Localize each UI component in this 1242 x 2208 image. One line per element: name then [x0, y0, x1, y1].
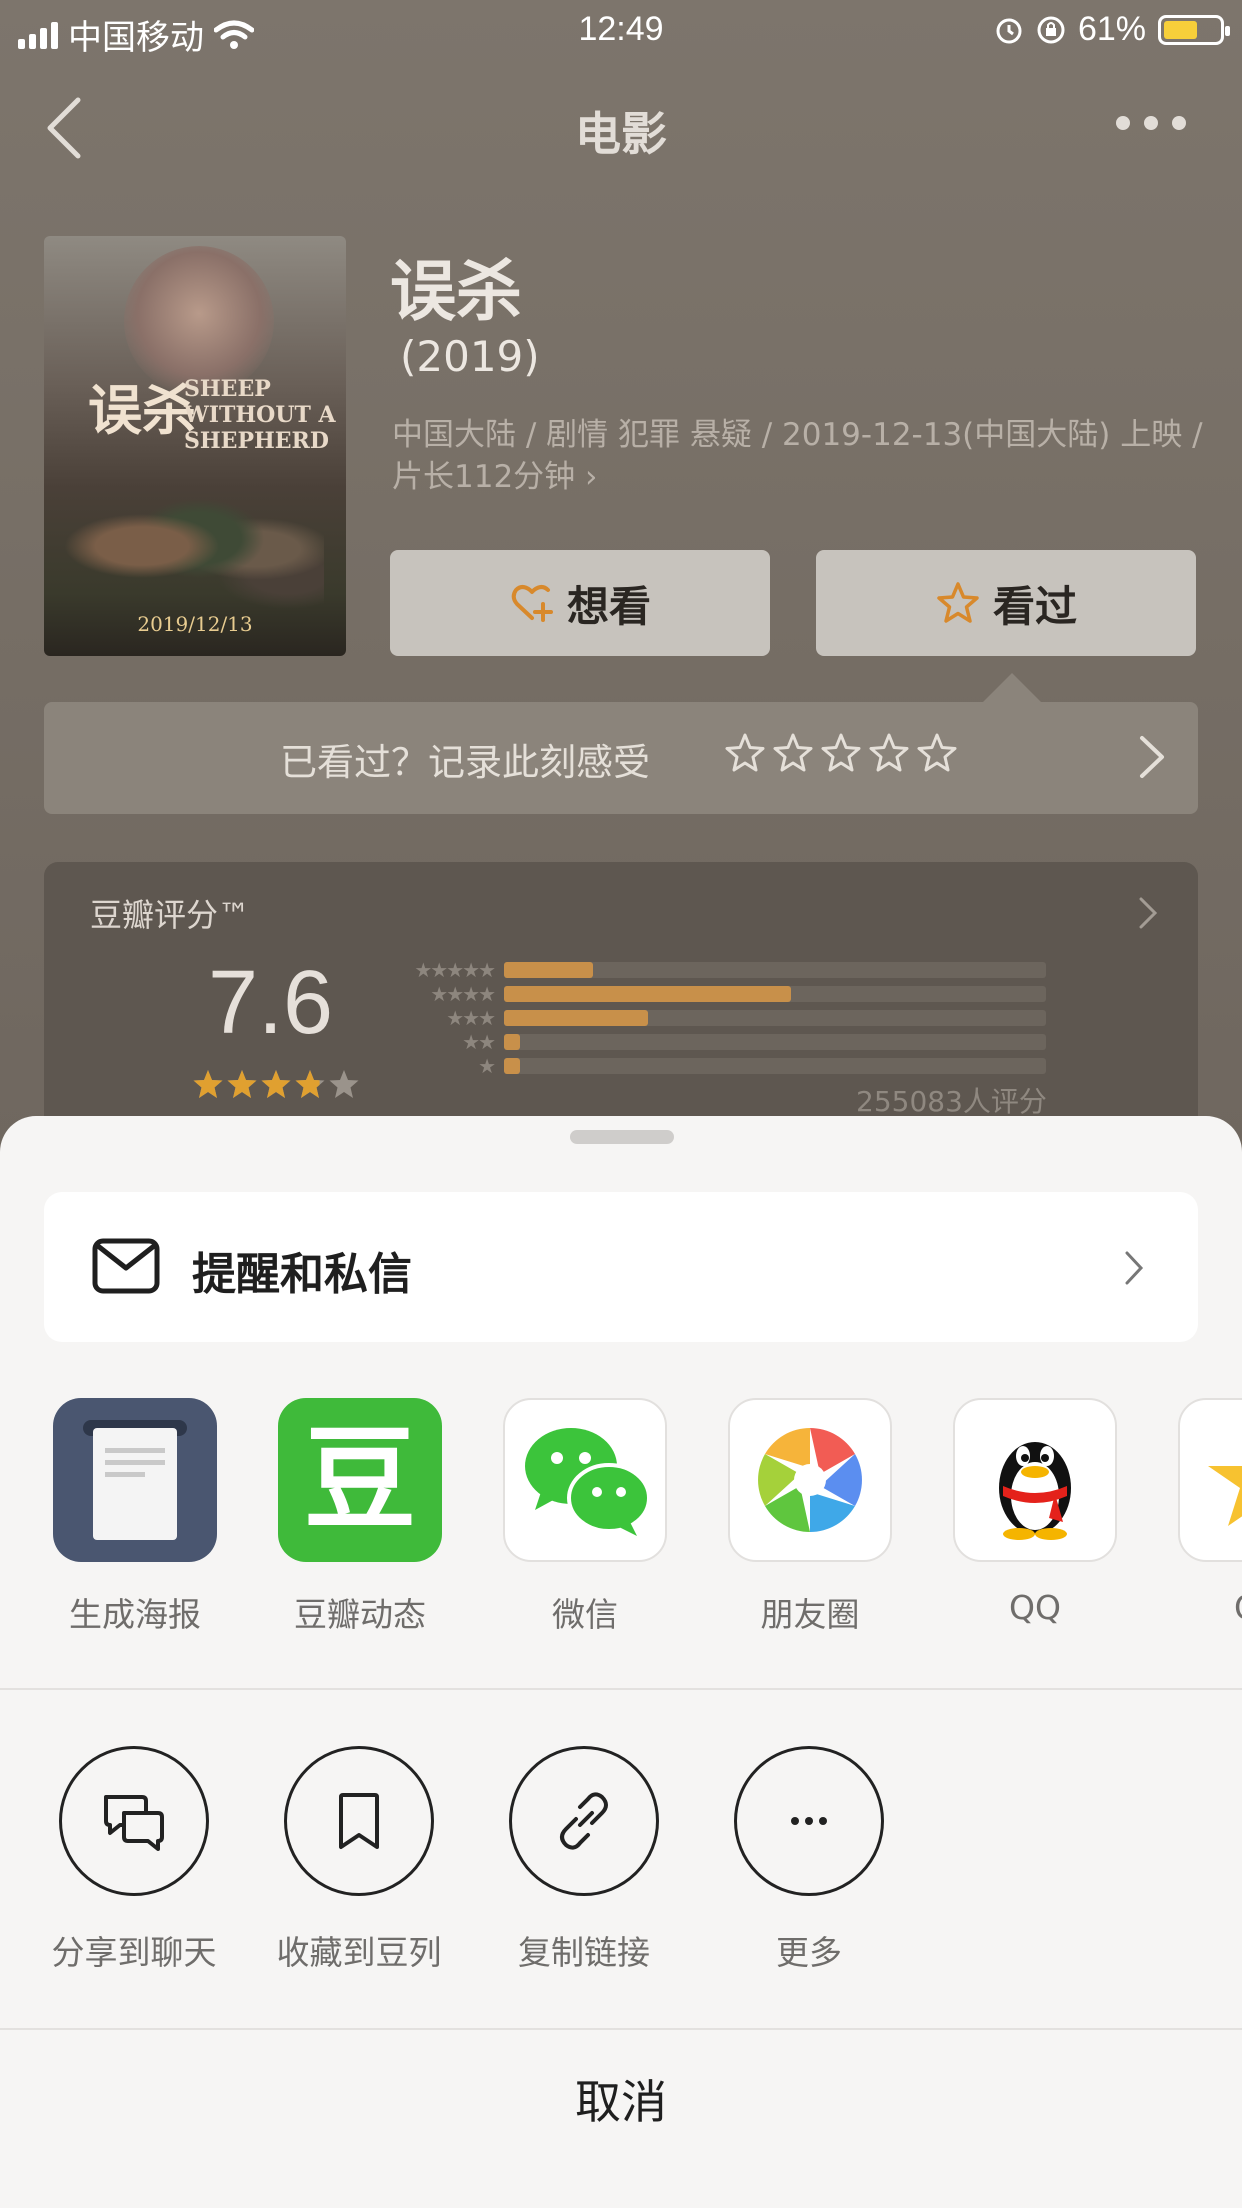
rating-bar-track: [504, 962, 1046, 978]
sheet-handle[interactable]: [570, 1130, 674, 1144]
more-icon[interactable]: [1116, 116, 1186, 130]
rating-count: 255083人评分: [856, 1085, 1047, 1118]
divider: [0, 2028, 1242, 2030]
movie-meta[interactable]: 中国大陆 / 剧情 犯罪 悬疑 / 2019-12-13(中国大陆) 上映 / …: [392, 414, 1204, 498]
chat-icon: [104, 1795, 164, 1851]
rating-bar-track: [504, 1034, 1046, 1050]
share-app-wechat[interactable]: 微信: [502, 1398, 668, 1636]
share-app-row: 生成海报 豆 豆瓣动态 微信 朋友圈 QQ: [0, 1398, 1242, 1638]
douban-icon: 豆: [278, 1398, 442, 1562]
chevron-right-icon: [1140, 736, 1164, 778]
page-title: 电影: [575, 107, 667, 161]
remind-label: 提醒和私信: [192, 1249, 412, 1300]
want-label: 想看: [566, 581, 651, 631]
rate-stars[interactable]: [724, 732, 958, 774]
movie-year: (2019): [400, 332, 540, 381]
movie-poster[interactable]: 误杀 SHEEP WITHOUT A SHEPHERD 2019/12/13: [44, 236, 346, 656]
chevron-right-icon: [1125, 1251, 1144, 1285]
status-bar: 中国移动 12:49 61%: [0, 0, 1242, 60]
movie-detail-page: 中国移动 12:49 61% 电影 误杀 SHEEP WITHOUT A SHE…: [0, 0, 1242, 1162]
watched-button[interactable]: 看过: [816, 550, 1196, 656]
battery-icon: [1158, 14, 1230, 45]
moments-icon: [728, 1398, 892, 1562]
empty-star-icon[interactable]: [772, 732, 814, 774]
app-label: 朋友圈: [760, 1595, 860, 1634]
poster-date: 2019/12/13: [137, 612, 253, 636]
poster-icon: [53, 1398, 217, 1562]
rating-bar-stars: ★★★: [446, 1006, 496, 1030]
app-label: QQ: [1177, 1588, 1242, 1627]
filled-star-icon: [261, 1070, 291, 1098]
watched-label: 看过: [992, 581, 1077, 631]
more-icon: [791, 1817, 827, 1825]
more-button[interactable]: 更多: [709, 1746, 909, 1974]
share-action-row: 分享到聊天 收藏到豆列 复制链接 更多: [0, 1746, 1242, 1986]
copy-link-button[interactable]: 复制链接: [484, 1746, 684, 1974]
action-label: 收藏到豆列: [276, 1933, 442, 1972]
empty-star-icon[interactable]: [868, 732, 910, 774]
rating-stars: [192, 1068, 360, 1100]
action-label: 更多: [776, 1933, 842, 1972]
action-label: 分享到聊天: [51, 1933, 217, 1972]
mail-icon: [92, 1238, 160, 1294]
link-icon: [560, 1792, 608, 1850]
app-label: 微信: [552, 1595, 618, 1634]
share-to-chat-button[interactable]: 分享到聊天: [34, 1746, 234, 1974]
heart-plus-icon: [511, 585, 553, 622]
want-to-watch-button[interactable]: 想看: [390, 550, 770, 656]
battery-percent: 61%: [1077, 10, 1146, 48]
qzone-icon: [1178, 1398, 1242, 1562]
wechat-icon: [503, 1398, 667, 1562]
rotation-lock-icon: [1037, 16, 1065, 43]
poster-title-cn: 误杀: [88, 378, 196, 442]
rating-bar-stars: ★★★★★: [414, 958, 496, 982]
share-app-moments[interactable]: 朋友圈: [727, 1398, 893, 1636]
rating-bar-fill: [504, 1034, 521, 1050]
bookmark-icon: [339, 1793, 379, 1849]
share-app-douban[interactable]: 豆 豆瓣动态: [277, 1398, 443, 1636]
empty-star-icon[interactable]: [820, 732, 862, 774]
poster-title-en: SHEEP WITHOUT A SHEPHERD: [184, 376, 336, 454]
rating-bar-fill: [504, 1010, 648, 1026]
empty-star-icon: [329, 1070, 359, 1098]
filled-star-icon: [227, 1070, 257, 1098]
rating-bar-fill: [504, 1058, 521, 1074]
action-label: 复制链接: [518, 1933, 650, 1972]
divider: [0, 1688, 1242, 1690]
rating-label: 豆瓣评分™: [90, 896, 251, 934]
app-label: 豆瓣动态: [294, 1595, 426, 1634]
rating-bar-track: [504, 986, 1046, 1002]
tooltip-arrow: [982, 673, 1042, 703]
douban-glyph: 豆: [304, 1415, 416, 1545]
cancel-button[interactable]: 取消: [0, 2032, 1242, 2172]
rating-bar-stars: ★★★★: [430, 982, 496, 1006]
rating-bar-stars: ★★: [462, 1030, 496, 1054]
filled-star-icon: [193, 1070, 223, 1098]
record-feeling-text: 已看过？记录此刻感受: [280, 741, 650, 784]
share-app-qzone[interactable]: QQ: [1177, 1398, 1242, 1627]
qq-icon: [953, 1398, 1117, 1562]
nav-bar: 电影: [0, 90, 1242, 170]
app-label: 生成海报: [69, 1595, 201, 1634]
rating-bar-track: [504, 1010, 1046, 1026]
rating-bar-fill: [504, 986, 792, 1002]
star-icon: [937, 582, 979, 623]
share-app-qq[interactable]: QQ: [952, 1398, 1118, 1627]
app-label: QQ: [1009, 1588, 1061, 1627]
chevron-right-icon: [1139, 897, 1158, 929]
movie-title: 误杀: [390, 253, 522, 330]
share-sheet: 提醒和私信 生成海报 豆 豆瓣动态 微信 朋友圈 QQ 分享到聊天 收藏到豆列 …: [0, 1116, 1242, 2208]
empty-star-icon[interactable]: [724, 732, 766, 774]
save-to-doulist-button[interactable]: 收藏到豆列: [259, 1746, 459, 1974]
alarm-icon: [996, 18, 1022, 43]
filled-star-icon: [295, 1070, 325, 1098]
rating-score: 7.6: [208, 953, 334, 1053]
remind-and-message-row[interactable]: 提醒和私信: [44, 1192, 1198, 1342]
rating-bar-stars: ★: [478, 1054, 496, 1078]
empty-star-icon[interactable]: [916, 732, 958, 774]
record-feeling-bar[interactable]: 已看过？记录此刻感受: [44, 702, 1198, 814]
rating-bar-track: [504, 1058, 1046, 1074]
rating-bar-fill: [504, 962, 594, 978]
share-app-poster[interactable]: 生成海报: [52, 1398, 218, 1636]
